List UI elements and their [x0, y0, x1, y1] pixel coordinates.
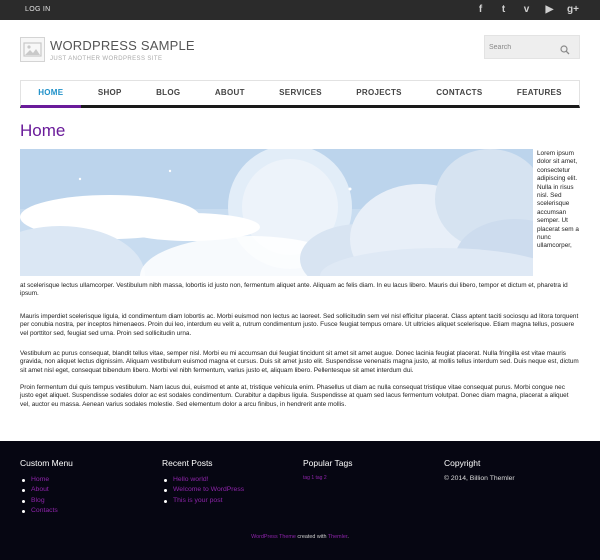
footer-menu-contacts[interactable]: Contacts — [20, 506, 160, 516]
footer-popular-tags: Popular Tags tag 1 tag 2 — [303, 458, 443, 481]
paragraph-1: at scelerisque lectus ullamcorper. Vesti… — [20, 282, 568, 298]
nav-item-services[interactable]: SERVICES — [262, 81, 339, 105]
paragraph-4: Proin fermentum dui quis tempus vestibul… — [20, 384, 569, 408]
nav-item-blog[interactable]: BLOG — [139, 81, 198, 105]
intro-side-text: Lorem ipsum dolor sit amet, consectetur … — [537, 150, 579, 250]
tag-cloud[interactable]: tag 1 tag 2 — [303, 475, 443, 481]
footer-custom-menu-title: Custom Menu — [20, 458, 73, 468]
google-plus-icon[interactable]: g+ — [567, 3, 579, 16]
recent-post-link[interactable]: Hello world! — [162, 475, 302, 485]
footer-copyright-title: Copyright — [444, 458, 481, 468]
facebook-icon[interactable]: f — [475, 3, 486, 16]
footer-recent-posts: Recent Posts Hello world! Welcome to Wor… — [162, 458, 302, 506]
paragraph-2: Mauris imperdiet scelerisque ligula, id … — [20, 313, 579, 337]
nav-item-contacts[interactable]: CONTACTS — [419, 81, 500, 105]
vimeo-icon[interactable]: v — [521, 3, 532, 16]
credit-end-text: . — [347, 534, 349, 540]
paragraph-3: Vestibulum ac purus consequat, blandit t… — [20, 350, 579, 374]
footer-menu-blog[interactable]: Blog — [20, 496, 160, 506]
site-title[interactable]: WORDPRESS SAMPLE — [50, 38, 195, 53]
main-navigation: HOME SHOP BLOG ABOUT SERVICES PROJECTS C… — [20, 80, 580, 108]
site-description: JUST ANOTHER WORDPRESS SITE — [50, 56, 163, 62]
login-link[interactable]: LOG IN — [25, 6, 51, 13]
top-bar: LOG IN f t v ▶ g+ — [0, 0, 600, 20]
recent-post-link[interactable]: This is your post — [162, 496, 302, 506]
footer-copyright: Copyright © 2014, Billion Themler — [444, 458, 584, 482]
nav-item-about[interactable]: ABOUT — [198, 81, 262, 105]
search-icon[interactable] — [560, 42, 570, 60]
twitter-icon[interactable]: t — [498, 3, 509, 16]
footer-recent-posts-title: Recent Posts — [162, 458, 213, 468]
image-placeholder-icon[interactable] — [20, 37, 45, 62]
nav-item-home[interactable]: HOME — [21, 81, 81, 108]
footer-custom-menu: Custom Menu Home About Blog Contacts — [20, 458, 160, 517]
search-input[interactable] — [489, 41, 559, 54]
search-box — [484, 35, 580, 59]
site-footer: Custom Menu Home About Blog Contacts Rec… — [0, 441, 600, 560]
credit-middle-text: created with — [295, 534, 328, 540]
social-links: f t v ▶ g+ — [475, 3, 579, 16]
nav-item-shop[interactable]: SHOP — [81, 81, 139, 105]
themler-link[interactable]: Themler — [328, 534, 347, 540]
youtube-icon[interactable]: ▶ — [544, 3, 555, 16]
footer-menu-home[interactable]: Home — [20, 475, 160, 485]
footer-popular-tags-title: Popular Tags — [303, 458, 353, 468]
wordpress-theme-link[interactable]: WordPress Theme — [251, 534, 296, 540]
footer-credit: WordPress Theme created with Themler. — [0, 534, 600, 540]
nav-item-projects[interactable]: PROJECTS — [339, 81, 419, 105]
copyright-text: © 2014, Billion Themler — [444, 475, 515, 482]
footer-menu-about[interactable]: About — [20, 485, 160, 495]
nav-item-features[interactable]: FEATURES — [500, 81, 579, 105]
hero-image — [20, 149, 533, 276]
recent-post-link[interactable]: Welcome to WordPress — [162, 485, 302, 495]
page-title: Home — [20, 121, 66, 140]
